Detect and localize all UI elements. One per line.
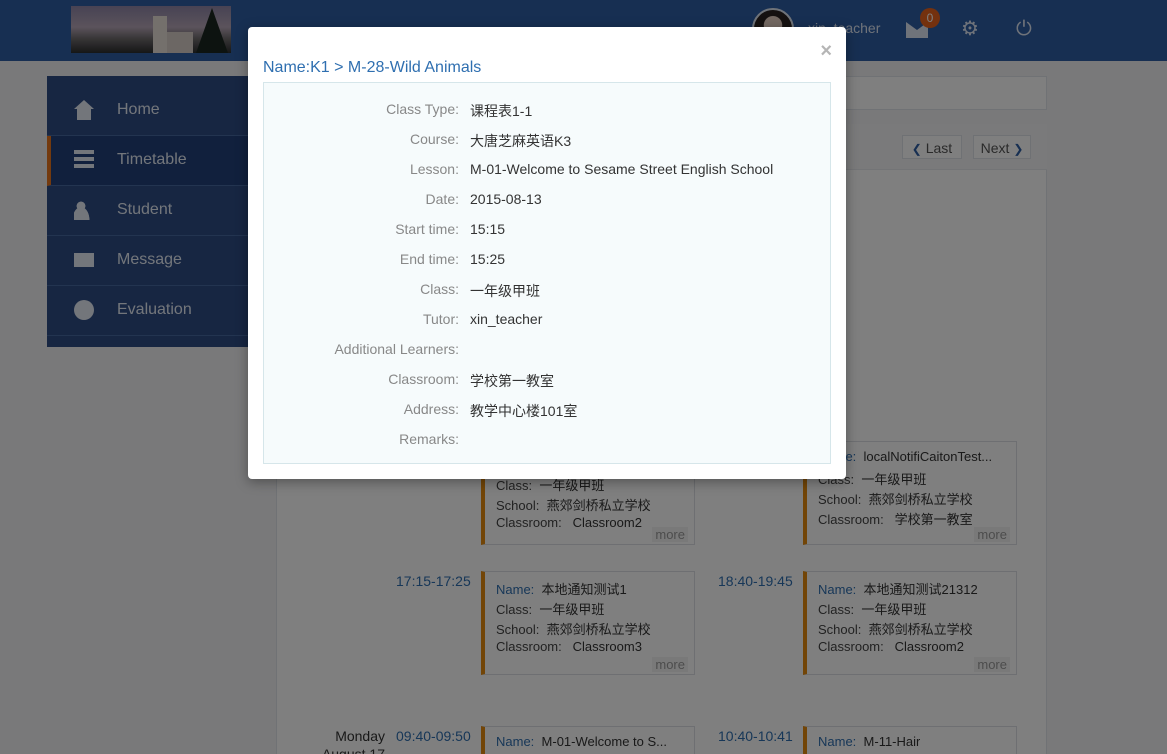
detail-value: 大唐芝麻英语K3 <box>470 133 572 149</box>
detail-value: 一年级甲班 <box>470 283 540 299</box>
detail-value: 学校第一教室 <box>470 373 554 389</box>
detail-label: Course: <box>409 131 459 147</box>
detail-label: Date: <box>425 191 459 207</box>
detail-row-address: Address: 教学中心楼101室 <box>264 401 830 421</box>
detail-row-remarks: Remarks: <box>264 431 830 451</box>
detail-label: Class Type: <box>386 101 459 117</box>
detail-value: 课程表1-1 <box>470 103 533 119</box>
detail-row-classroom: Classroom: 学校第一教室 <box>264 371 830 391</box>
detail-row-start-time: Start time: 15:15 <box>264 221 830 241</box>
detail-label: Additional Learners: <box>334 341 459 357</box>
lesson-detail-modal: × Name:K1 > M-28-Wild Animals Class Type… <box>248 27 846 479</box>
lesson-details: Class Type: 课程表1-1 Course: 大唐芝麻英语K3 Lesson… <box>263 82 831 464</box>
detail-row-additional-learners: Additional Learners: <box>264 341 830 361</box>
detail-value: 2015-08-13 <box>470 191 542 207</box>
detail-row-lesson: Lesson: M-01-Welcome to Sesame Street Eng… <box>264 161 830 181</box>
detail-value: 教学中心楼101室 <box>470 403 578 419</box>
detail-value: M-01-Welcome to Sesame Street English Sc… <box>470 161 774 177</box>
detail-label: Class: <box>420 281 459 297</box>
modal-title: Name:K1 > M-28-Wild Animals <box>263 59 482 76</box>
detail-value: 15:15 <box>470 221 506 237</box>
detail-label: Classroom: <box>388 371 459 387</box>
detail-row-class: Class: 一年级甲班 <box>264 281 830 301</box>
detail-label: Remarks: <box>399 431 459 447</box>
detail-label: Tutor: <box>422 311 459 327</box>
detail-row-date: Date: 2015-08-13 <box>264 191 830 211</box>
detail-row-class-type: Class Type: 课程表1-1 <box>264 101 830 121</box>
close-icon[interactable]: × <box>820 41 832 61</box>
detail-row-course: Course: 大唐芝麻英语K3 <box>264 131 830 151</box>
detail-row-end-time: End time: 15:25 <box>264 251 830 271</box>
detail-label: Address: <box>403 401 459 417</box>
detail-label: Start time: <box>395 221 459 237</box>
detail-label: Lesson: <box>409 161 459 177</box>
detail-value: xin_teacher <box>470 311 543 327</box>
detail-value: 15:25 <box>470 251 506 267</box>
detail-row-tutor: Tutor: xin_teacher <box>264 311 830 331</box>
detail-label: End time: <box>399 251 459 267</box>
